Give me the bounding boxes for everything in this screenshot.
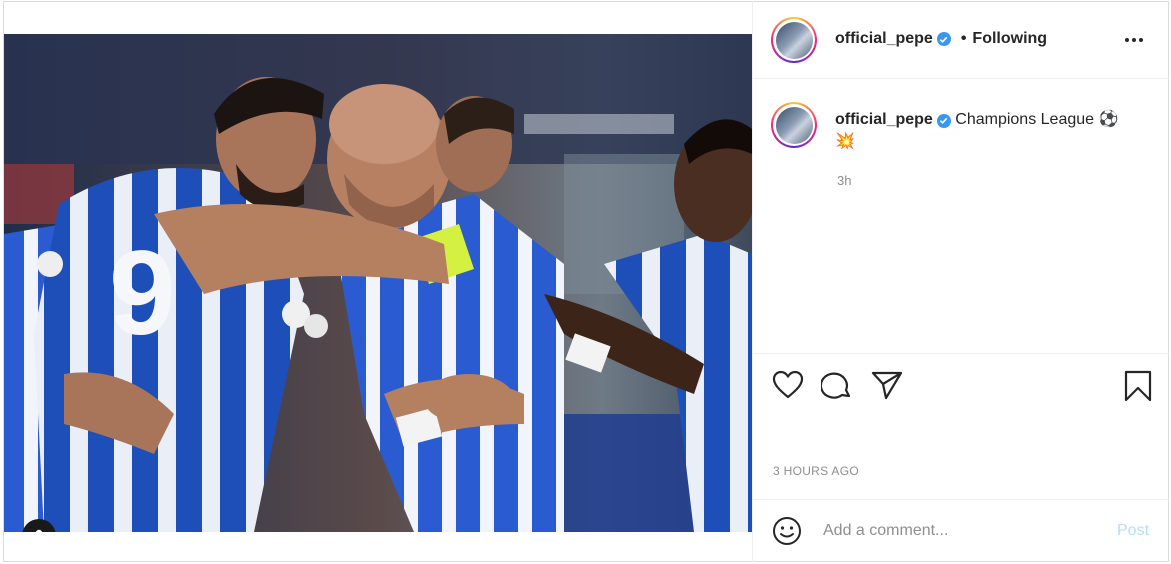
caption-text: Champions League ⚽️ xyxy=(955,111,1119,128)
post-timestamp[interactable]: 3 HOURS AGO xyxy=(773,464,859,478)
caption-emoji: 💥 xyxy=(835,133,855,150)
verified-badge-icon xyxy=(936,113,951,128)
bookmark-icon[interactable] xyxy=(1123,370,1153,402)
ellipsis-icon[interactable] xyxy=(1125,38,1143,42)
caption-avatar[interactable] xyxy=(771,102,817,148)
avatar[interactable] xyxy=(771,17,817,63)
comment-input[interactable] xyxy=(823,520,1093,542)
post-button[interactable]: Post xyxy=(1117,522,1149,540)
post-header: official_pepe • Following xyxy=(753,1,1169,79)
caption: official_pepe Champions League ⚽️ 💥 xyxy=(835,109,1145,153)
header-username[interactable]: official_pepe xyxy=(835,30,933,48)
caption-username[interactable]: official_pepe xyxy=(835,111,933,128)
following-button[interactable]: Following xyxy=(972,30,1047,48)
post-image[interactable]: 9 xyxy=(4,34,752,532)
caption-age[interactable]: 3h xyxy=(837,173,851,188)
separator-dot: • xyxy=(960,30,967,47)
post-sidebar: official_pepe • Following official_pepe … xyxy=(752,1,1169,562)
photo-illustration: 9 xyxy=(4,34,752,532)
verified-badge-icon xyxy=(936,32,951,46)
comment-icon[interactable] xyxy=(821,370,853,400)
heart-icon[interactable] xyxy=(772,370,804,400)
comment-box: Post xyxy=(753,499,1169,561)
share-icon[interactable] xyxy=(871,370,903,400)
action-bar: 3 HOURS AGO xyxy=(753,353,1169,501)
svg-text:9: 9 xyxy=(109,226,176,360)
smiley-icon[interactable] xyxy=(772,516,802,546)
